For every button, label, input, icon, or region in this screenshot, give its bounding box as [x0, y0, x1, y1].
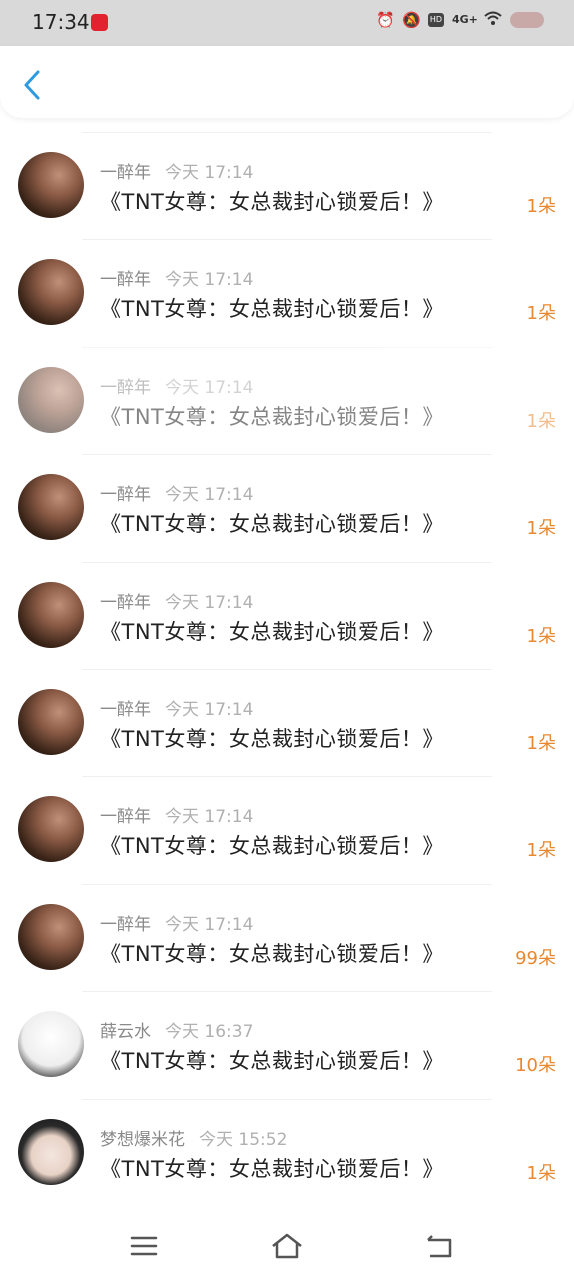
book-title: 《TNT女尊：女总裁封心锁爱后！》 — [100, 1049, 444, 1074]
system-nav-bar — [0, 1210, 574, 1280]
menu-icon — [130, 1236, 158, 1256]
user-name: 一醉年 — [100, 592, 151, 613]
alarm-icon: ⏰ — [376, 11, 395, 29]
user-name: 一醉年 — [100, 163, 151, 183]
gift-count: 1朵 — [526, 518, 556, 540]
book-title: 《TNT女尊：女总裁封心锁爱后！》 — [100, 834, 444, 859]
gift-count: 1朵 — [526, 625, 556, 647]
avatar[interactable] — [18, 1011, 84, 1078]
divider — [82, 776, 492, 778]
list-item[interactable]: 一醉年 今天 17:14 《TNT女尊：女总裁封心锁爱后！》 99朵 — [0, 883, 574, 991]
mute-icon: 🔕 — [402, 11, 421, 29]
divider — [82, 132, 492, 133]
gift-count: 10朵 — [515, 1055, 556, 1077]
book-title: 《TNT女尊：女总裁封心锁爱后！》 — [100, 1156, 444, 1181]
gift-count: 1朵 — [526, 1162, 556, 1184]
list-item[interactable]: 一醉年 今天 17:14 《TNT女尊：女总裁封心锁爱后！》 1朵 — [0, 776, 574, 883]
gift-count: 1朵 — [526, 840, 556, 862]
list-item[interactable]: 薛云水 今天 16:37 《TNT女尊：女总裁封心锁爱后！》 10朵 — [0, 991, 574, 1098]
list-item[interactable]: 梦想爆米花 今天 15:52 《TNT女尊：女总裁封心锁爱后！》 1朵 — [0, 1098, 574, 1206]
list-item[interactable]: 一醉年 今天 17:14 《TNT女尊：女总裁封心锁爱后！》 1朵 — [0, 346, 574, 454]
home-button[interactable] — [270, 1232, 304, 1260]
status-time: 17:34 — [32, 10, 90, 34]
user-name: 一醉年 — [100, 377, 151, 398]
timestamp: 今天 17:14 — [165, 914, 254, 935]
timestamp: 今天 17:14 — [165, 807, 254, 828]
list-item[interactable]: 一醉年 今天 17:14 《TNT女尊：女总裁封心锁爱后！》 1朵 — [0, 668, 574, 776]
hd-icon: HD — [428, 13, 444, 27]
list-item[interactable]: 一醉年 今天 17:14 《TNT女尊：女总裁封心锁爱后！》 1朵 — [0, 561, 574, 669]
user-name: 一醉年 — [100, 270, 151, 291]
gift-list: 一醉年 今天 17:14 《TNT女尊：女总裁封心锁爱后！》 1朵 一醉年 今天 1… — [0, 132, 574, 1206]
book-title: 《TNT女尊：女总裁封心锁爱后！》 — [100, 941, 444, 966]
avatar[interactable] — [18, 581, 84, 648]
avatar[interactable] — [18, 903, 84, 970]
timestamp: 今天 17:14 — [165, 270, 254, 291]
battery-icon — [510, 12, 544, 28]
user-name: 一醉年 — [100, 807, 151, 828]
chevron-left-icon — [24, 70, 40, 100]
timestamp: 今天 15:52 — [199, 1129, 288, 1150]
home-icon — [272, 1233, 302, 1259]
user-name: 梦想爆米花 — [100, 1129, 185, 1150]
back-button[interactable] — [18, 68, 48, 102]
gift-count: 1朵 — [526, 732, 556, 754]
divider — [82, 454, 492, 456]
list-item[interactable]: 一醉年 今天 17:14 《TNT女尊：女总裁封心锁爱后！》 1朵 — [0, 239, 574, 346]
user-name: 一醉年 — [100, 914, 151, 935]
book-title: 《TNT女尊：女总裁封心锁爱后！》 — [100, 404, 444, 429]
avatar[interactable] — [18, 366, 84, 433]
avatar[interactable] — [18, 474, 84, 541]
back-nav-button[interactable] — [422, 1232, 456, 1260]
list-item[interactable]: 一醉年 今天 17:14 《TNT女尊：女总裁封心锁爱后！》 1朵 — [0, 454, 574, 561]
gift-count: 1朵 — [526, 196, 556, 217]
wifi-icon — [484, 11, 502, 29]
list-item[interactable]: 一醉年 今天 17:14 《TNT女尊：女总裁封心锁爱后！》 1朵 — [0, 132, 574, 239]
avatar[interactable] — [18, 1118, 84, 1185]
timestamp: 今天 17:14 — [165, 485, 254, 506]
divider — [82, 1098, 492, 1100]
avatar[interactable] — [18, 688, 84, 755]
user-name: 一醉年 — [100, 485, 151, 506]
status-bar: 17:34 ⏰ 🔕 HD 4G+ — [0, 0, 574, 46]
book-title: 《TNT女尊：女总裁封心锁爱后！》 — [100, 190, 444, 214]
divider — [82, 883, 492, 885]
divider — [82, 239, 492, 241]
menu-button[interactable] — [127, 1232, 161, 1260]
app-notification-icon — [91, 14, 108, 31]
gift-count: 1朵 — [526, 303, 556, 325]
divider — [82, 561, 492, 563]
timestamp: 今天 17:14 — [165, 377, 254, 398]
header-bar — [0, 46, 574, 118]
timestamp: 今天 17:14 — [165, 163, 254, 183]
gift-count: 1朵 — [526, 410, 556, 432]
back-icon — [427, 1235, 452, 1258]
book-title: 《TNT女尊：女总裁封心锁爱后！》 — [100, 619, 444, 644]
book-title: 《TNT女尊：女总裁封心锁爱后！》 — [100, 726, 444, 751]
divider — [82, 668, 492, 670]
avatar[interactable] — [18, 259, 84, 326]
timestamp: 今天 17:14 — [165, 592, 254, 613]
user-name: 一醉年 — [100, 699, 151, 720]
book-title: 《TNT女尊：女总裁封心锁爱后！》 — [100, 512, 444, 537]
divider — [82, 346, 492, 348]
user-name: 薛云水 — [100, 1022, 151, 1043]
avatar[interactable] — [18, 152, 84, 218]
status-icons: ⏰ 🔕 HD 4G+ — [376, 11, 544, 29]
gift-count: 99朵 — [515, 947, 556, 969]
timestamp: 今天 17:14 — [165, 699, 254, 720]
divider — [82, 991, 492, 993]
signal-icon: 4G+ — [452, 13, 478, 26]
timestamp: 今天 16:37 — [165, 1022, 254, 1043]
avatar[interactable] — [18, 796, 84, 863]
book-title: 《TNT女尊：女总裁封心锁爱后！》 — [100, 297, 444, 322]
